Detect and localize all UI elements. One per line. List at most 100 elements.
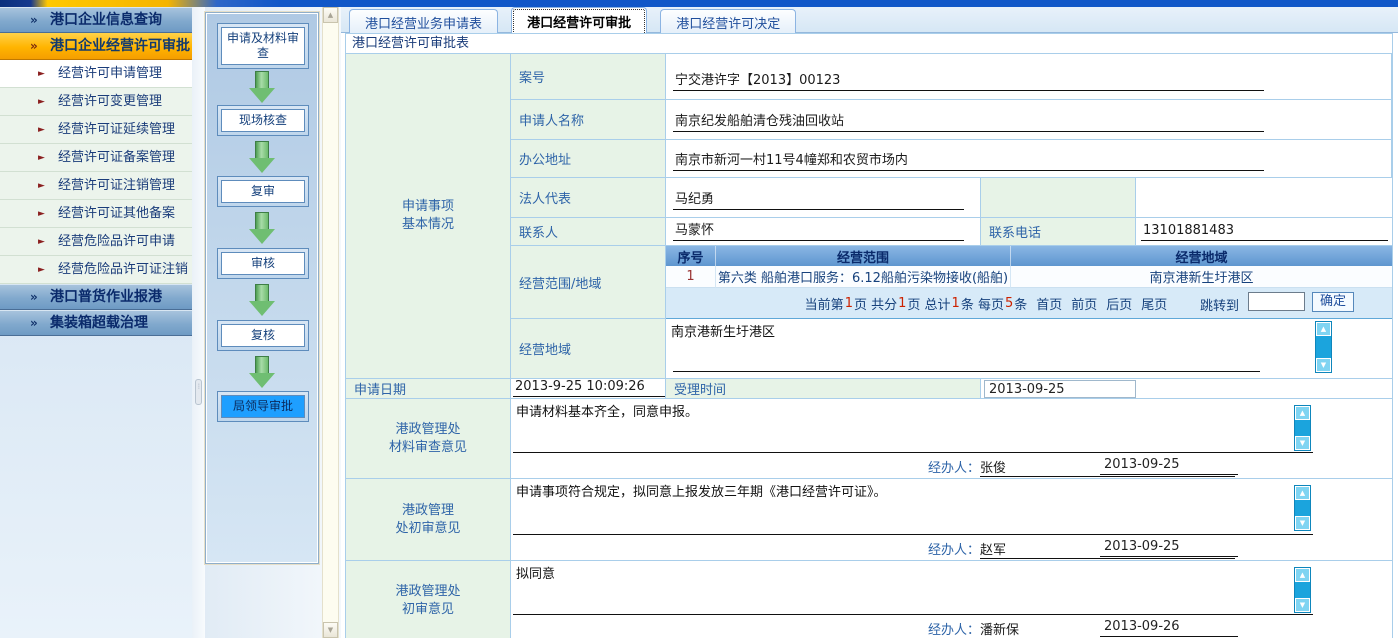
pagination-seg: 条: [1014, 294, 1027, 313]
operator-label: 经办人：: [928, 543, 980, 558]
sidebar-item-license-apply-mgmt[interactable]: ► 经营许可申请管理: [0, 60, 192, 88]
sidebar-item-label: 经营危险品许可申请: [58, 234, 175, 249]
legal-rep-input[interactable]: 马纪勇: [673, 188, 964, 210]
sidebar-item-license-change-mgmt[interactable]: ► 经营许可变更管理: [0, 88, 192, 116]
flow-step-site-check[interactable]: 现场核查: [217, 105, 309, 136]
group-label-basic-info: 申请事项 基本情况: [346, 54, 511, 379]
sidebar-item-label: 港口企业信息查询: [50, 12, 162, 28]
contact-label: 联系人: [511, 218, 666, 246]
section-preliminary-review-label: 港政管理 处初审意见: [346, 479, 511, 561]
sidebar-item-label: 港口企业经营许可审批: [50, 38, 190, 54]
textarea-scrollbar[interactable]: ▲ ▼: [1294, 405, 1311, 451]
form-title: 港口经营许可审批表: [346, 34, 1392, 54]
scope-col-area-header: 经营地域: [1011, 246, 1392, 266]
applicant-label: 申请人名称: [511, 100, 666, 140]
section-label-line1: 港政管理处: [389, 421, 467, 439]
scope-row-scope[interactable]: 第六类 船舶港口服务：6.12船舶污染物接收(船舶): [716, 266, 1011, 288]
office-address-input[interactable]: 南京市新河一村11号4幢郑和农贸市场内: [673, 149, 1264, 171]
jump-page-input[interactable]: [1248, 292, 1305, 311]
sidebar-splitter[interactable]: ⋮⋮: [192, 7, 205, 638]
section-first-review-content: 拟同意 ▲ ▼ 经办人：潘新保 2013-09-26: [511, 561, 1392, 638]
sidebar-item-general-cargo-report[interactable]: » 港口普货作业报港: [0, 284, 192, 310]
jump-to-label: 跳转到: [1200, 295, 1239, 314]
contact-phone-label: 联系电话: [981, 218, 1136, 246]
confirm-button[interactable]: 确定: [1312, 292, 1354, 312]
business-area-text[interactable]: 南京港新生圩港区: [671, 321, 775, 340]
scroll-up-icon[interactable]: ▲: [1295, 486, 1310, 500]
scroll-down-icon[interactable]: ▼: [323, 622, 338, 638]
workflow-panel: 申请及材料审查 现场核查 复审 审核 复核 局领导审批: [205, 12, 319, 564]
scroll-up-icon[interactable]: ▲: [1295, 406, 1310, 420]
flow-step-audit[interactable]: 审核: [217, 248, 309, 279]
scope-col-scope-header: 经营范围: [716, 246, 1011, 266]
tab-license-decision[interactable]: 港口经营许可决定: [660, 9, 796, 36]
scroll-up-icon[interactable]: ▲: [1316, 322, 1331, 336]
pagination-bar: 当前第1页 共分1页 总计1条 每页5条首页前页后页尾页 跳转到 确定: [666, 288, 1392, 319]
menu-bullet-icon: »: [30, 285, 38, 310]
group-label-line1: 申请事项: [402, 198, 454, 216]
case-no-input[interactable]: 宁交港许字【2013】00123: [673, 69, 1264, 91]
sidebar-item-dangerous-goods-apply[interactable]: ► 经营危险品许可申请: [0, 228, 192, 256]
sidebar-item-license-cancel-mgmt[interactable]: ► 经营许可证注销管理: [0, 172, 192, 200]
group-label-line2: 基本情况: [402, 216, 454, 234]
sidebar-item-license-approval[interactable]: » 港口企业经营许可审批: [0, 33, 192, 60]
applicant-input[interactable]: 南京纪发船舶清仓残油回收站: [673, 110, 1264, 132]
sidebar-item-enterprise-info-query[interactable]: » 港口企业信息查询: [0, 7, 192, 33]
pagination-next-link[interactable]: 后页: [1106, 294, 1132, 313]
scroll-down-icon[interactable]: ▼: [1295, 598, 1310, 612]
office-address-label: 办公地址: [511, 140, 666, 178]
scroll-up-icon[interactable]: ▲: [1295, 568, 1310, 582]
menu-bullet-icon: »: [30, 8, 38, 33]
scope-col-no-header: 序号: [666, 246, 716, 266]
section-label-line1: 港政管理: [395, 502, 460, 520]
pagination-prev-link[interactable]: 前页: [1071, 294, 1097, 313]
sidebar-item-label: 经营许可变更管理: [58, 94, 162, 109]
textarea-scrollbar[interactable]: ▲ ▼: [1315, 321, 1332, 373]
sidebar: » 港口企业信息查询 » 港口企业经营许可审批 ► 经营许可申请管理 ► 经营许…: [0, 7, 192, 638]
flow-step-re-review[interactable]: 复审: [217, 176, 309, 207]
signature-line: [513, 534, 1313, 535]
vertical-scrollbar[interactable]: ▲ ▼: [322, 7, 339, 638]
tab-license-approval[interactable]: 港口经营许可审批: [511, 7, 647, 36]
accept-time-label: 受理时间: [666, 379, 981, 399]
scope-row-no[interactable]: 1: [666, 266, 716, 288]
contact-phone-input[interactable]: 13101881483: [1141, 223, 1388, 241]
menu-bullet-icon: »: [30, 311, 38, 336]
opinion-text[interactable]: 申请材料基本齐全，同意申报。: [516, 401, 698, 420]
sidebar-item-container-overload[interactable]: » 集装箱超载治理: [0, 310, 192, 336]
sidebar-item-license-other-record[interactable]: ► 经营许可证其他备案: [0, 200, 192, 228]
tab-business-application-form[interactable]: 港口经营业务申请表: [349, 9, 498, 36]
scroll-down-icon[interactable]: ▼: [1316, 358, 1331, 372]
flow-step-material-review[interactable]: 申请及材料审查: [217, 23, 309, 69]
pagination-first-link[interactable]: 首页: [1036, 294, 1062, 313]
flow-step-recheck[interactable]: 复核: [217, 320, 309, 351]
scroll-up-icon[interactable]: ▲: [323, 7, 338, 23]
opinion-text[interactable]: 拟同意: [516, 563, 555, 582]
apply-date-input[interactable]: 2013-9-25 10:09:26: [513, 379, 665, 397]
textarea-scrollbar[interactable]: ▲ ▼: [1294, 567, 1311, 613]
pagination-page-size: 5: [1004, 296, 1014, 311]
pagination-seg: 条 每页: [961, 294, 1004, 313]
accept-time-cell: 2013-09-25: [981, 379, 1392, 399]
sidebar-item-license-record-mgmt[interactable]: ► 经营许可证备案管理: [0, 144, 192, 172]
flow-step-label: 现场核查: [221, 109, 305, 132]
scroll-down-icon[interactable]: ▼: [1295, 516, 1310, 530]
down-arrow-icon: [249, 284, 275, 316]
contact-input[interactable]: 马蒙怀: [673, 219, 964, 241]
pagination-total-pages: 1: [897, 296, 907, 311]
opinion-text[interactable]: 申请事项符合规定，拟同意上报发放三年期《港口经营许可证》。: [516, 481, 887, 500]
textarea-scrollbar[interactable]: ▲ ▼: [1294, 485, 1311, 531]
flow-step-leader-approval[interactable]: 局领导审批: [217, 391, 309, 422]
menu-bullet-icon: ►: [38, 144, 45, 172]
operator-date: 2013-09-26: [1100, 619, 1238, 637]
splitter-grip-icon[interactable]: ⋮⋮: [195, 379, 202, 405]
scroll-down-icon[interactable]: ▼: [1295, 436, 1310, 450]
sidebar-item-license-renewal-mgmt[interactable]: ► 经营许可证延续管理: [0, 116, 192, 144]
top-banner-strip: [0, 0, 1398, 7]
accept-time-input[interactable]: 2013-09-25: [984, 380, 1136, 398]
sidebar-item-dangerous-goods-cancel[interactable]: ► 经营危险品许可证注销: [0, 256, 192, 284]
pagination-last-link[interactable]: 尾页: [1141, 294, 1167, 313]
scope-row-area[interactable]: 南京港新生圩港区: [1011, 266, 1392, 288]
down-arrow-icon: [249, 71, 275, 103]
operator-label: 经办人：: [928, 623, 980, 638]
